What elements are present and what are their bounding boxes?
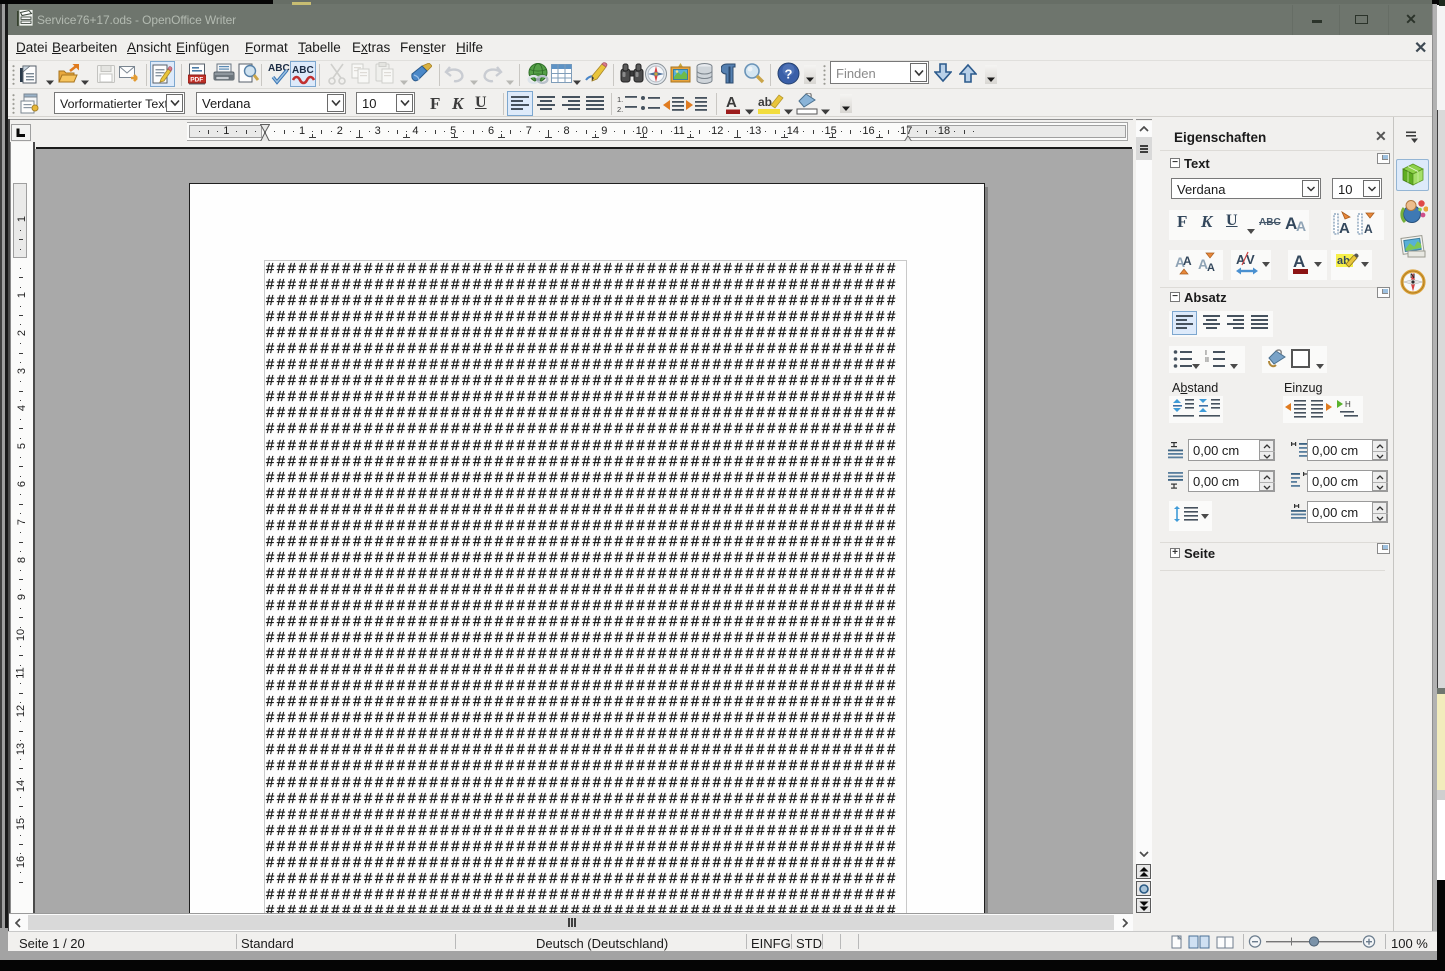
svg-text:A: A <box>1339 220 1350 237</box>
svg-text:A: A <box>1207 262 1215 274</box>
svg-text:A: A <box>726 94 737 111</box>
svg-text:A: A <box>1183 254 1192 268</box>
svg-text:A: A <box>1296 218 1306 234</box>
svg-text:1.: 1. <box>617 95 623 104</box>
svg-text:2.: 2. <box>617 105 623 114</box>
svg-text:A: A <box>1293 252 1305 271</box>
svg-text:I: I <box>1205 350 1207 357</box>
svg-text:PDF: PDF <box>190 77 203 84</box>
svg-text:H: H <box>1345 400 1351 409</box>
svg-text:ABC: ABC <box>292 65 314 76</box>
svg-text:ab: ab <box>758 95 772 109</box>
svg-text:II: II <box>1205 357 1209 364</box>
svg-text:N: N <box>1410 273 1415 280</box>
svg-text:A: A <box>1364 222 1373 236</box>
svg-text:?: ? <box>785 67 793 82</box>
